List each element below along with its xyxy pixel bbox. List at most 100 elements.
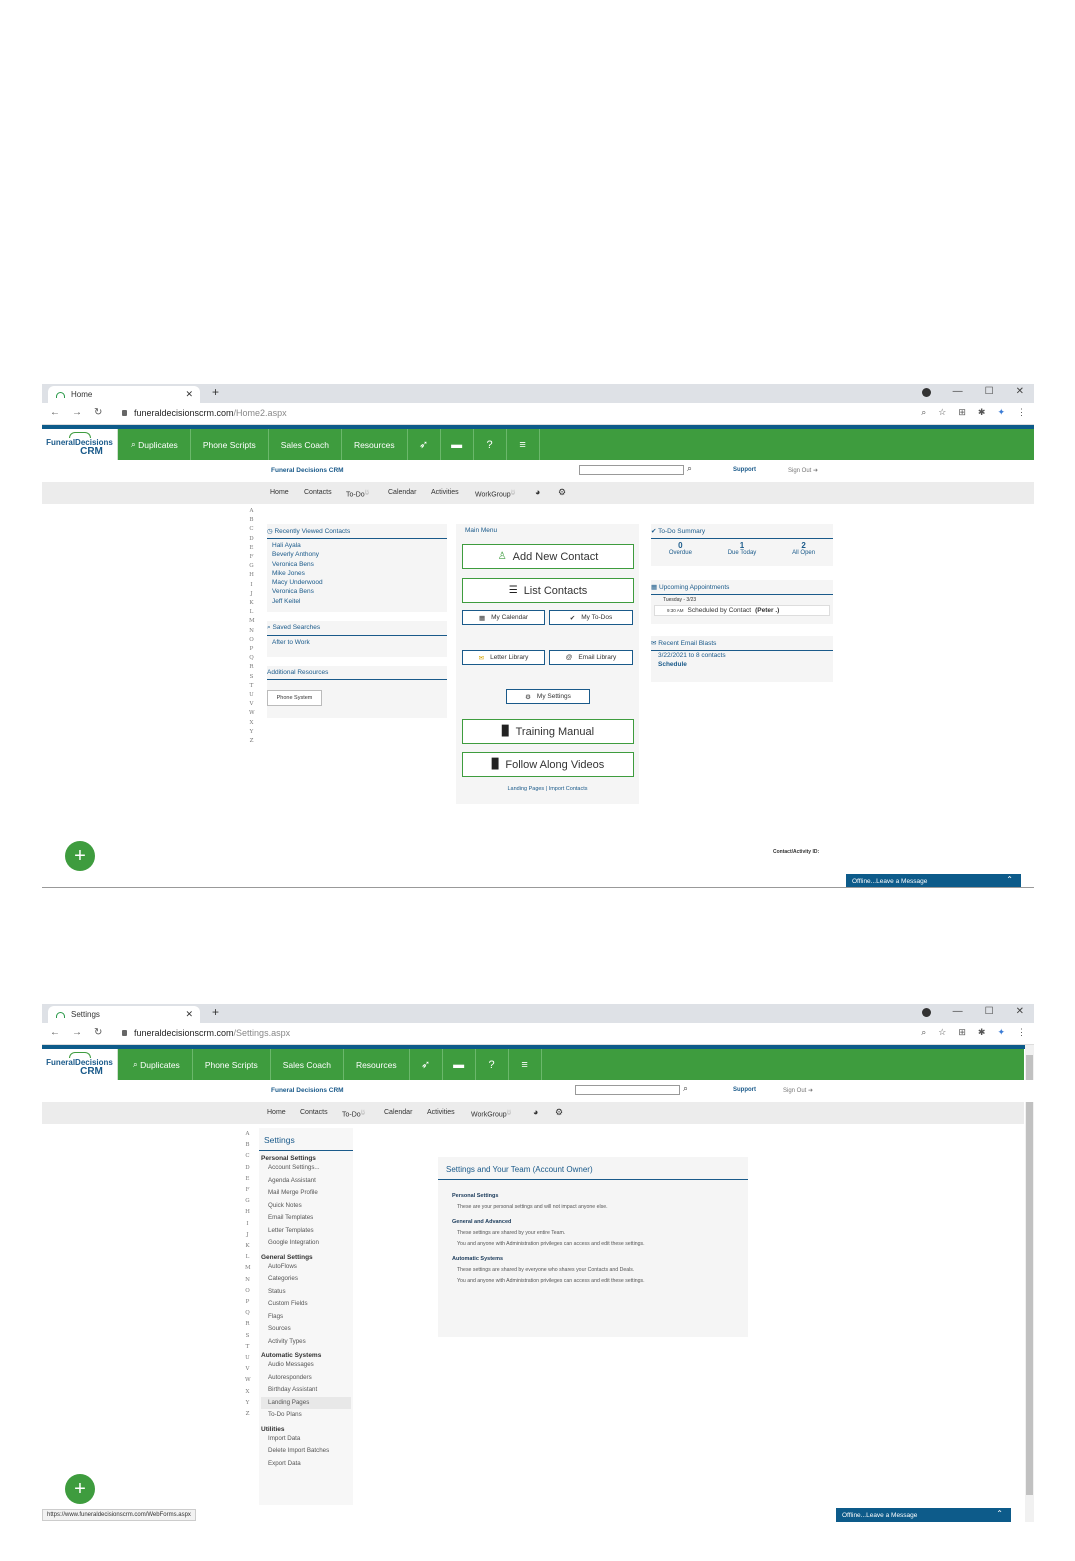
alphabet-letter[interactable]: C — [245, 1151, 250, 1162]
settings-menu-item[interactable]: Status — [261, 1286, 351, 1299]
zoom-icon[interactable]: ⌕ — [921, 407, 926, 418]
back-icon[interactable]: ← — [50, 1027, 60, 1038]
extension-bird-icon[interactable]: ✦ — [997, 407, 1005, 418]
my-todos-button[interactable]: ✔ My To-Dos — [549, 610, 633, 625]
settings-menu-item[interactable]: Flags — [261, 1311, 351, 1324]
hamburger-menu-icon[interactable]: ≡ — [507, 429, 540, 460]
alphabet-letter[interactable]: N — [245, 1275, 250, 1286]
alphabet-letter[interactable]: K — [245, 1241, 250, 1252]
nav-calendar[interactable]: Calendar — [384, 1109, 412, 1116]
nav-home[interactable]: Home — [267, 1109, 286, 1116]
help-icon[interactable]: ? — [476, 1049, 509, 1080]
close-tab-icon[interactable]: ✕ — [185, 389, 193, 400]
close-window-icon[interactable]: ✕ — [1016, 386, 1024, 397]
sign-out-link[interactable]: Sign Out ➜ — [783, 1087, 813, 1094]
alphabet-letter[interactable]: J — [245, 1230, 250, 1241]
alphabet-letter[interactable]: N — [249, 627, 254, 636]
zoom-icon[interactable]: ⌕ — [921, 1027, 926, 1038]
settings-menu-item[interactable]: Email Templates — [261, 1212, 351, 1225]
alphabet-letter[interactable]: X — [245, 1387, 250, 1398]
alphabet-letter[interactable]: B — [245, 1140, 250, 1151]
settings-menu-item[interactable]: Birthday Assistant — [261, 1384, 351, 1397]
bookmark-star-icon[interactable]: ☆ — [938, 407, 946, 418]
url-field[interactable]: funeraldecisionscrm.com/Settings.aspx — [122, 1028, 290, 1038]
settings-menu-item[interactable]: Categories — [261, 1273, 351, 1286]
nav-duplicates[interactable]: ⌕ Duplicates — [119, 429, 191, 460]
settings-menu-item[interactable]: Import Data — [261, 1433, 351, 1446]
nav-sales-coach[interactable]: Sales Coach — [269, 429, 342, 460]
alphabet-letter[interactable]: L — [249, 608, 254, 617]
search-input[interactable] — [575, 1085, 680, 1095]
settings-menu-item[interactable]: Landing Pages — [261, 1396, 351, 1409]
alphabet-letter[interactable]: J — [249, 590, 254, 599]
new-tab-icon[interactable]: + — [212, 385, 219, 399]
alphabet-letter[interactable]: Z — [245, 1409, 250, 1420]
nav-calendar[interactable]: Calendar — [388, 489, 416, 496]
nav-resources[interactable]: Resources — [342, 429, 408, 460]
nav-contacts[interactable]: Contacts — [300, 1109, 328, 1116]
close-tab-icon[interactable]: ✕ — [185, 1009, 193, 1020]
menu-kebab-icon[interactable]: ⋮ — [1017, 1027, 1026, 1038]
settings-menu-item[interactable]: Custom Fields — [261, 1298, 351, 1311]
schedule-link[interactable]: Schedule — [651, 661, 833, 669]
chevron-up-icon[interactable]: ⌃ — [996, 1509, 1003, 1518]
follow-along-videos-button[interactable]: ▉ Follow Along Videos — [462, 752, 634, 777]
list-item[interactable]: Veronica Bens — [272, 560, 442, 569]
alphabet-letter[interactable]: G — [245, 1196, 250, 1207]
alphabet-letter[interactable]: V — [245, 1364, 250, 1375]
nav-workgroup[interactable]: WorkGroup0 — [475, 489, 516, 498]
minimize-icon[interactable]: — — [953, 386, 963, 397]
alphabet-letter[interactable]: S — [245, 1331, 250, 1342]
alphabet-letter[interactable]: M — [249, 617, 255, 626]
hamburger-menu-icon[interactable]: ≡ — [509, 1049, 542, 1080]
extension-bird-icon[interactable]: ✦ — [997, 1027, 1005, 1038]
alphabet-letter[interactable]: F — [249, 553, 254, 562]
settings-menu-item[interactable]: AutoFlows — [261, 1261, 351, 1274]
search-input[interactable] — [579, 465, 684, 475]
nav-activities[interactable]: Activities — [427, 1109, 455, 1116]
list-item[interactable]: Veronica Bens — [272, 587, 442, 596]
alphabet-letter[interactable]: A — [245, 1129, 250, 1140]
nav-activities[interactable]: Activities — [431, 489, 459, 496]
alphabet-letter[interactable]: H — [249, 571, 254, 580]
alphabet-letter[interactable]: D — [249, 535, 254, 544]
nav-resources[interactable]: Resources — [344, 1049, 410, 1080]
alphabet-letter[interactable]: S — [249, 673, 254, 682]
scrollbar-thumb[interactable] — [1026, 1055, 1033, 1495]
alphabet-letter[interactable]: T — [245, 1342, 250, 1353]
chevron-up-icon[interactable]: ⌃ — [1006, 875, 1013, 884]
overdue-stat[interactable]: 0 Overdue — [669, 541, 692, 556]
rocket-icon[interactable]: ➶ — [408, 429, 441, 460]
alphabet-letter[interactable]: D — [245, 1163, 250, 1174]
nav-workgroup[interactable]: WorkGroup0 — [471, 1109, 512, 1118]
landing-import-links[interactable]: Landing Pages | Import Contacts — [456, 786, 639, 792]
settings-menu-item[interactable]: Agenda Assistant — [261, 1175, 351, 1188]
alphabet-letter[interactable]: H — [245, 1207, 250, 1218]
alphabet-letter[interactable]: G — [249, 562, 254, 571]
alphabet-letter[interactable]: T — [249, 682, 254, 691]
nav-contacts[interactable]: Contacts — [304, 489, 332, 496]
alphabet-letter[interactable]: Y — [245, 1398, 250, 1409]
scrollbar[interactable] — [1025, 1045, 1034, 1522]
url-field[interactable]: funeraldecisionscrm.com/Home2.aspx — [122, 408, 287, 418]
settings-menu-item[interactable]: Delete Import Batches — [261, 1445, 351, 1458]
extensions-icon[interactable]: ✱ — [978, 1027, 986, 1038]
settings-menu-item[interactable]: Mail Merge Profile — [261, 1187, 351, 1200]
alphabet-letter[interactable]: F — [245, 1185, 250, 1196]
maximize-icon[interactable]: ☐ — [985, 386, 994, 397]
new-tab-icon[interactable]: + — [212, 1005, 219, 1019]
add-fab-button[interactable]: + — [65, 841, 95, 871]
settings-menu-item[interactable]: Sources — [261, 1323, 351, 1336]
alphabet-letter[interactable]: I — [245, 1219, 250, 1230]
support-link[interactable]: Support — [733, 1087, 756, 1093]
reload-icon[interactable]: ↻ — [94, 407, 102, 418]
pie-chart-icon[interactable]: ◕ — [535, 487, 540, 497]
alphabet-letter[interactable]: U — [249, 691, 254, 700]
due-today-stat[interactable]: 1 Due Today — [728, 541, 757, 556]
alphabet-letter[interactable]: I — [249, 581, 254, 590]
alphabet-letter[interactable]: L — [245, 1252, 250, 1263]
nav-todo[interactable]: To-Do0 — [346, 489, 370, 498]
reload-icon[interactable]: ↻ — [94, 1027, 102, 1038]
forward-icon[interactable]: → — [72, 407, 82, 418]
alphabet-letter[interactable]: P — [245, 1297, 250, 1308]
